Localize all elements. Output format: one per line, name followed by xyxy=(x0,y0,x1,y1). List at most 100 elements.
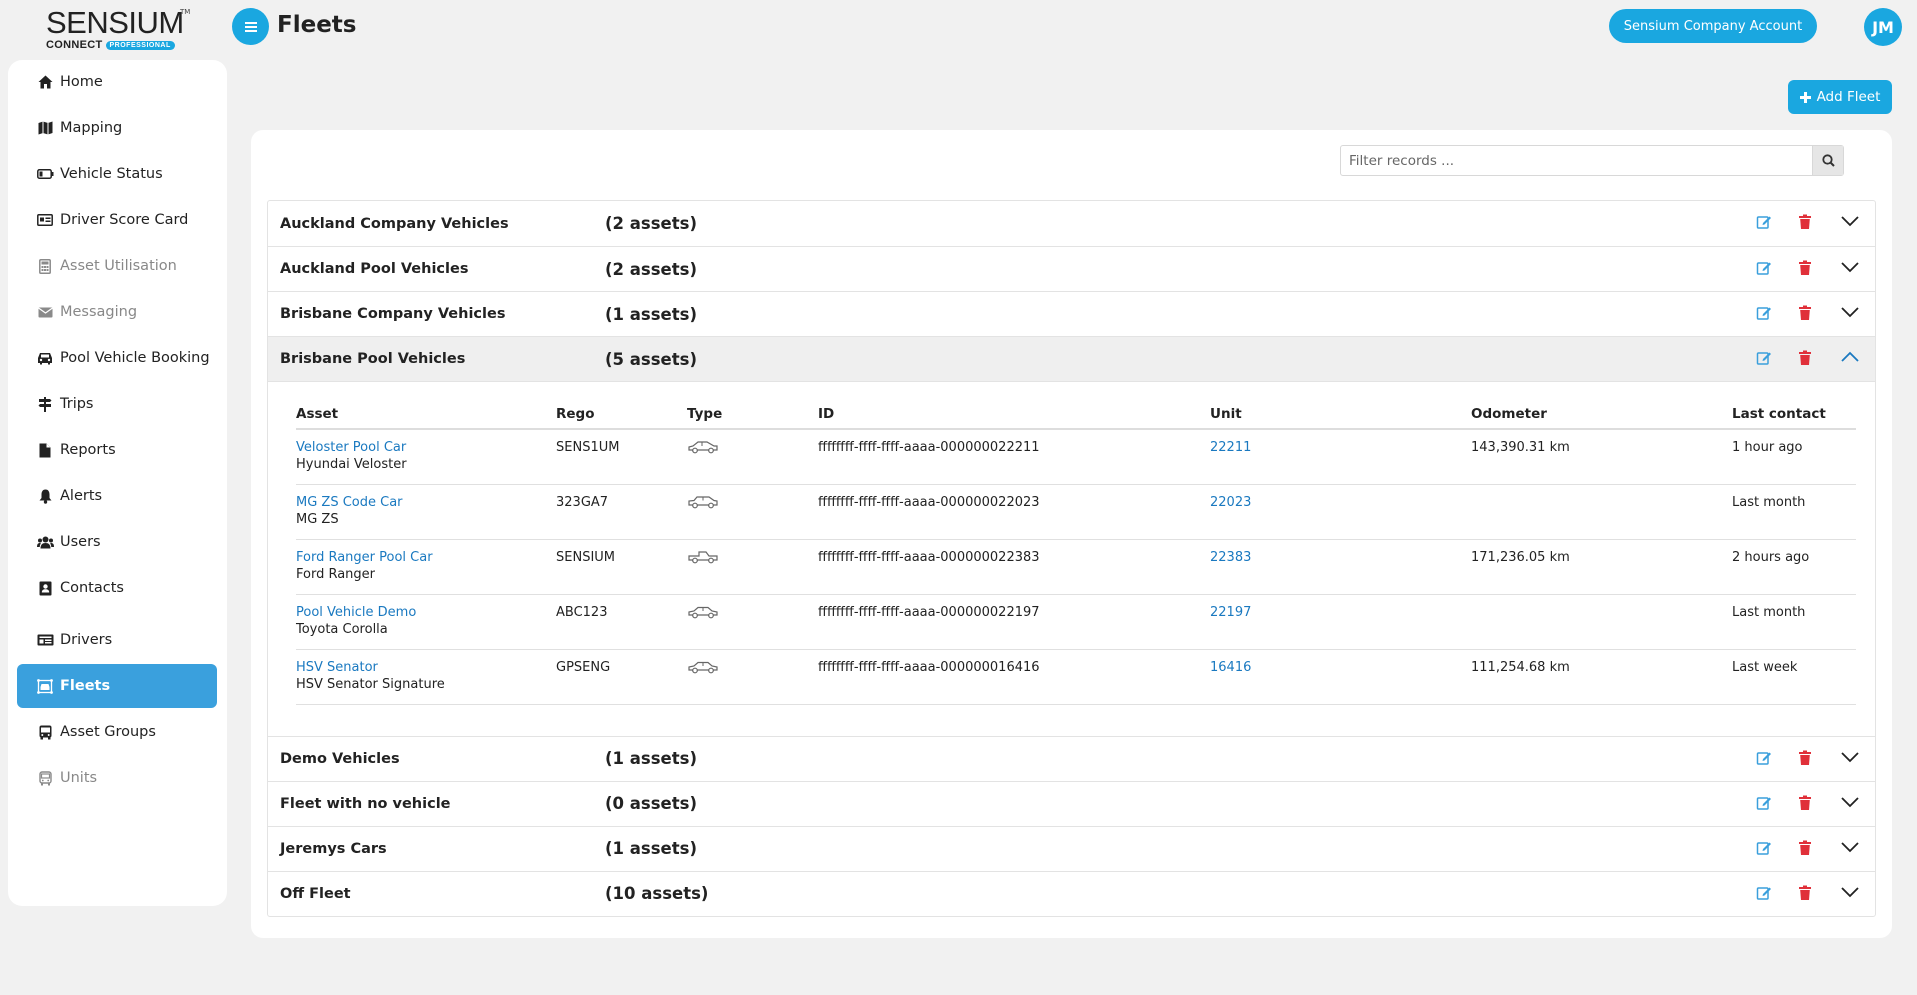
asset-id: ffffffff-ffff-ffff-aaaa-000000022211 xyxy=(818,429,1210,485)
fleet-row[interactable]: Jeremys Cars (1 assets) xyxy=(268,825,1875,871)
expand-toggle[interactable] xyxy=(1841,215,1859,227)
delete-fleet-button[interactable] xyxy=(1798,305,1812,321)
sidebar-item-mapping[interactable]: Mapping xyxy=(17,106,217,150)
delete-fleet-button[interactable] xyxy=(1798,840,1812,856)
edit-fleet-button[interactable] xyxy=(1756,840,1772,856)
asset-link[interactable]: Pool Vehicle Demo xyxy=(296,605,416,620)
delete-fleet-button[interactable] xyxy=(1798,885,1812,901)
fleet-row[interactable]: Auckland Company Vehicles (2 assets) xyxy=(268,201,1875,246)
chevron-up-icon xyxy=(1841,351,1859,362)
delete-fleet-button[interactable] xyxy=(1798,260,1812,276)
account-switch-button[interactable]: Sensium Company Account xyxy=(1609,9,1817,43)
edit-icon xyxy=(1756,262,1771,275)
asset-id: ffffffff-ffff-ffff-aaaa-000000022023 xyxy=(818,484,1210,540)
fleet-row[interactable]: Brisbane Pool Vehicles (5 assets) xyxy=(268,336,1875,381)
sidebar-item-vehicle-status[interactable]: Vehicle Status xyxy=(17,152,217,196)
search-button[interactable] xyxy=(1812,146,1843,175)
expand-toggle[interactable] xyxy=(1841,796,1859,808)
edit-fleet-button[interactable] xyxy=(1756,350,1772,366)
table-row: Pool Vehicle Demo Toyota Corolla ABC123 fff… xyxy=(296,594,1856,650)
sidebar-item-messaging[interactable]: Messaging xyxy=(17,290,217,334)
fleet-name: Auckland Company Vehicles xyxy=(280,215,509,232)
battery-icon xyxy=(36,165,54,183)
logo-brand: SENSIUM xyxy=(46,5,184,40)
asset-model: HSV Senator Signature xyxy=(296,676,445,692)
user-avatar[interactable]: JM xyxy=(1864,8,1902,46)
add-fleet-button[interactable]: Add Fleet xyxy=(1788,80,1892,114)
trash-icon xyxy=(1799,260,1811,275)
fleet-row[interactable]: Brisbane Company Vehicles (1 assets) xyxy=(268,291,1875,336)
chevron-down-icon xyxy=(1841,751,1859,762)
expand-toggle[interactable] xyxy=(1841,841,1859,853)
expand-toggle[interactable] xyxy=(1841,261,1859,273)
sidebar-item-label: Users xyxy=(60,534,101,550)
fleet-icon xyxy=(36,677,54,695)
bus-outline-icon xyxy=(36,769,54,787)
asset-link[interactable]: MG ZS Code Car xyxy=(296,495,403,510)
sidebar-item-contacts[interactable]: Contacts xyxy=(17,566,217,610)
sidebar-item-label: Units xyxy=(60,770,98,786)
delete-fleet-button[interactable] xyxy=(1798,750,1812,766)
sidebar-item-trips[interactable]: Trips xyxy=(17,382,217,426)
sidebar-item-label: Messaging xyxy=(60,304,138,320)
edit-fleet-button[interactable] xyxy=(1756,795,1772,811)
trash-icon xyxy=(1799,795,1811,810)
sidebar-item-pool-vehicle-booking[interactable]: Pool Vehicle Booking xyxy=(17,336,217,380)
edit-fleet-button[interactable] xyxy=(1756,214,1772,230)
fleet-row[interactable]: Demo Vehicles (1 assets) xyxy=(268,735,1875,781)
expand-toggle[interactable] xyxy=(1841,886,1859,898)
fleet-asset-count: (1 assets) xyxy=(605,839,697,858)
asset-id: ffffffff-ffff-ffff-aaaa-000000016416 xyxy=(818,649,1210,705)
filter-input[interactable] xyxy=(1341,146,1812,175)
edit-fleet-button[interactable] xyxy=(1756,260,1772,276)
users-icon xyxy=(36,533,54,551)
fleet-asset-count: (1 assets) xyxy=(605,304,697,324)
asset-table: Asset Rego Type ID Unit Odometer Last contact V… xyxy=(296,399,1856,705)
sidebar-item-asset-groups[interactable]: Asset Groups xyxy=(17,710,217,754)
sidebar-item-label: Asset Groups xyxy=(60,724,156,740)
asset-link[interactable]: Ford Ranger Pool Car xyxy=(296,550,433,565)
unit-link[interactable]: 22023 xyxy=(1210,495,1251,510)
unit-link[interactable]: 22197 xyxy=(1210,605,1251,620)
delete-fleet-button[interactable] xyxy=(1798,795,1812,811)
unit-link[interactable]: 22383 xyxy=(1210,550,1251,565)
expand-toggle[interactable] xyxy=(1841,351,1859,363)
asset-link[interactable]: HSV Senator xyxy=(296,660,378,675)
id-card-icon xyxy=(36,211,54,229)
sidebar-item-drivers[interactable]: Drivers xyxy=(17,618,217,662)
fleet-row[interactable]: Auckland Pool Vehicles (2 assets) xyxy=(268,246,1875,291)
unit-link[interactable]: 16416 xyxy=(1210,660,1251,675)
sidebar-item-asset-utilisation[interactable]: Asset Utilisation xyxy=(17,244,217,288)
sidebar-item-home[interactable]: Home xyxy=(17,60,217,104)
sidebar-item-label: Home xyxy=(60,74,103,90)
asset-model: Ford Ranger xyxy=(296,566,376,582)
sidebar-item-alerts[interactable]: Alerts xyxy=(17,474,217,518)
trash-icon xyxy=(1799,350,1811,365)
sidebar-item-users[interactable]: Users xyxy=(17,520,217,564)
header-last-contact: Last contact xyxy=(1732,399,1856,430)
expand-toggle[interactable] xyxy=(1841,306,1859,318)
edit-fleet-button[interactable] xyxy=(1756,885,1772,901)
fleet-row[interactable]: Fleet with no vehicle (0 assets) xyxy=(268,780,1875,826)
delete-fleet-button[interactable] xyxy=(1798,214,1812,230)
header-id: ID xyxy=(818,399,1210,430)
sensium-logo[interactable]: SENSIUM CONNECT PROFESSIONAL TM xyxy=(46,5,190,51)
edit-fleet-button[interactable] xyxy=(1756,305,1772,321)
expand-toggle[interactable] xyxy=(1841,751,1859,763)
sidebar-item-fleets[interactable]: Fleets xyxy=(17,664,217,708)
sidebar-item-reports[interactable]: Reports xyxy=(17,428,217,472)
contact-book-icon xyxy=(36,579,54,597)
asset-last-contact: 2 hours ago xyxy=(1732,539,1856,595)
delete-fleet-button[interactable] xyxy=(1798,350,1812,366)
table-row: Veloster Pool Car Hyundai Veloster SENS1UM… xyxy=(296,429,1856,485)
asset-link[interactable]: Veloster Pool Car xyxy=(296,440,406,455)
fleet-list: Auckland Company Vehicles (2 assets) Auc… xyxy=(267,200,1876,917)
edit-fleet-button[interactable] xyxy=(1756,750,1772,766)
fleet-row[interactable]: Off Fleet (10 assets) xyxy=(268,870,1875,916)
asset-rego: GPSENG xyxy=(556,649,687,705)
menu-toggle-button[interactable] xyxy=(232,8,269,45)
sidebar-item-driver-score-card[interactable]: Driver Score Card xyxy=(17,198,217,242)
sidebar-item-label: Asset Utilisation xyxy=(60,258,177,274)
sidebar-item-units[interactable]: Units xyxy=(17,756,217,800)
unit-link[interactable]: 22211 xyxy=(1210,440,1251,455)
